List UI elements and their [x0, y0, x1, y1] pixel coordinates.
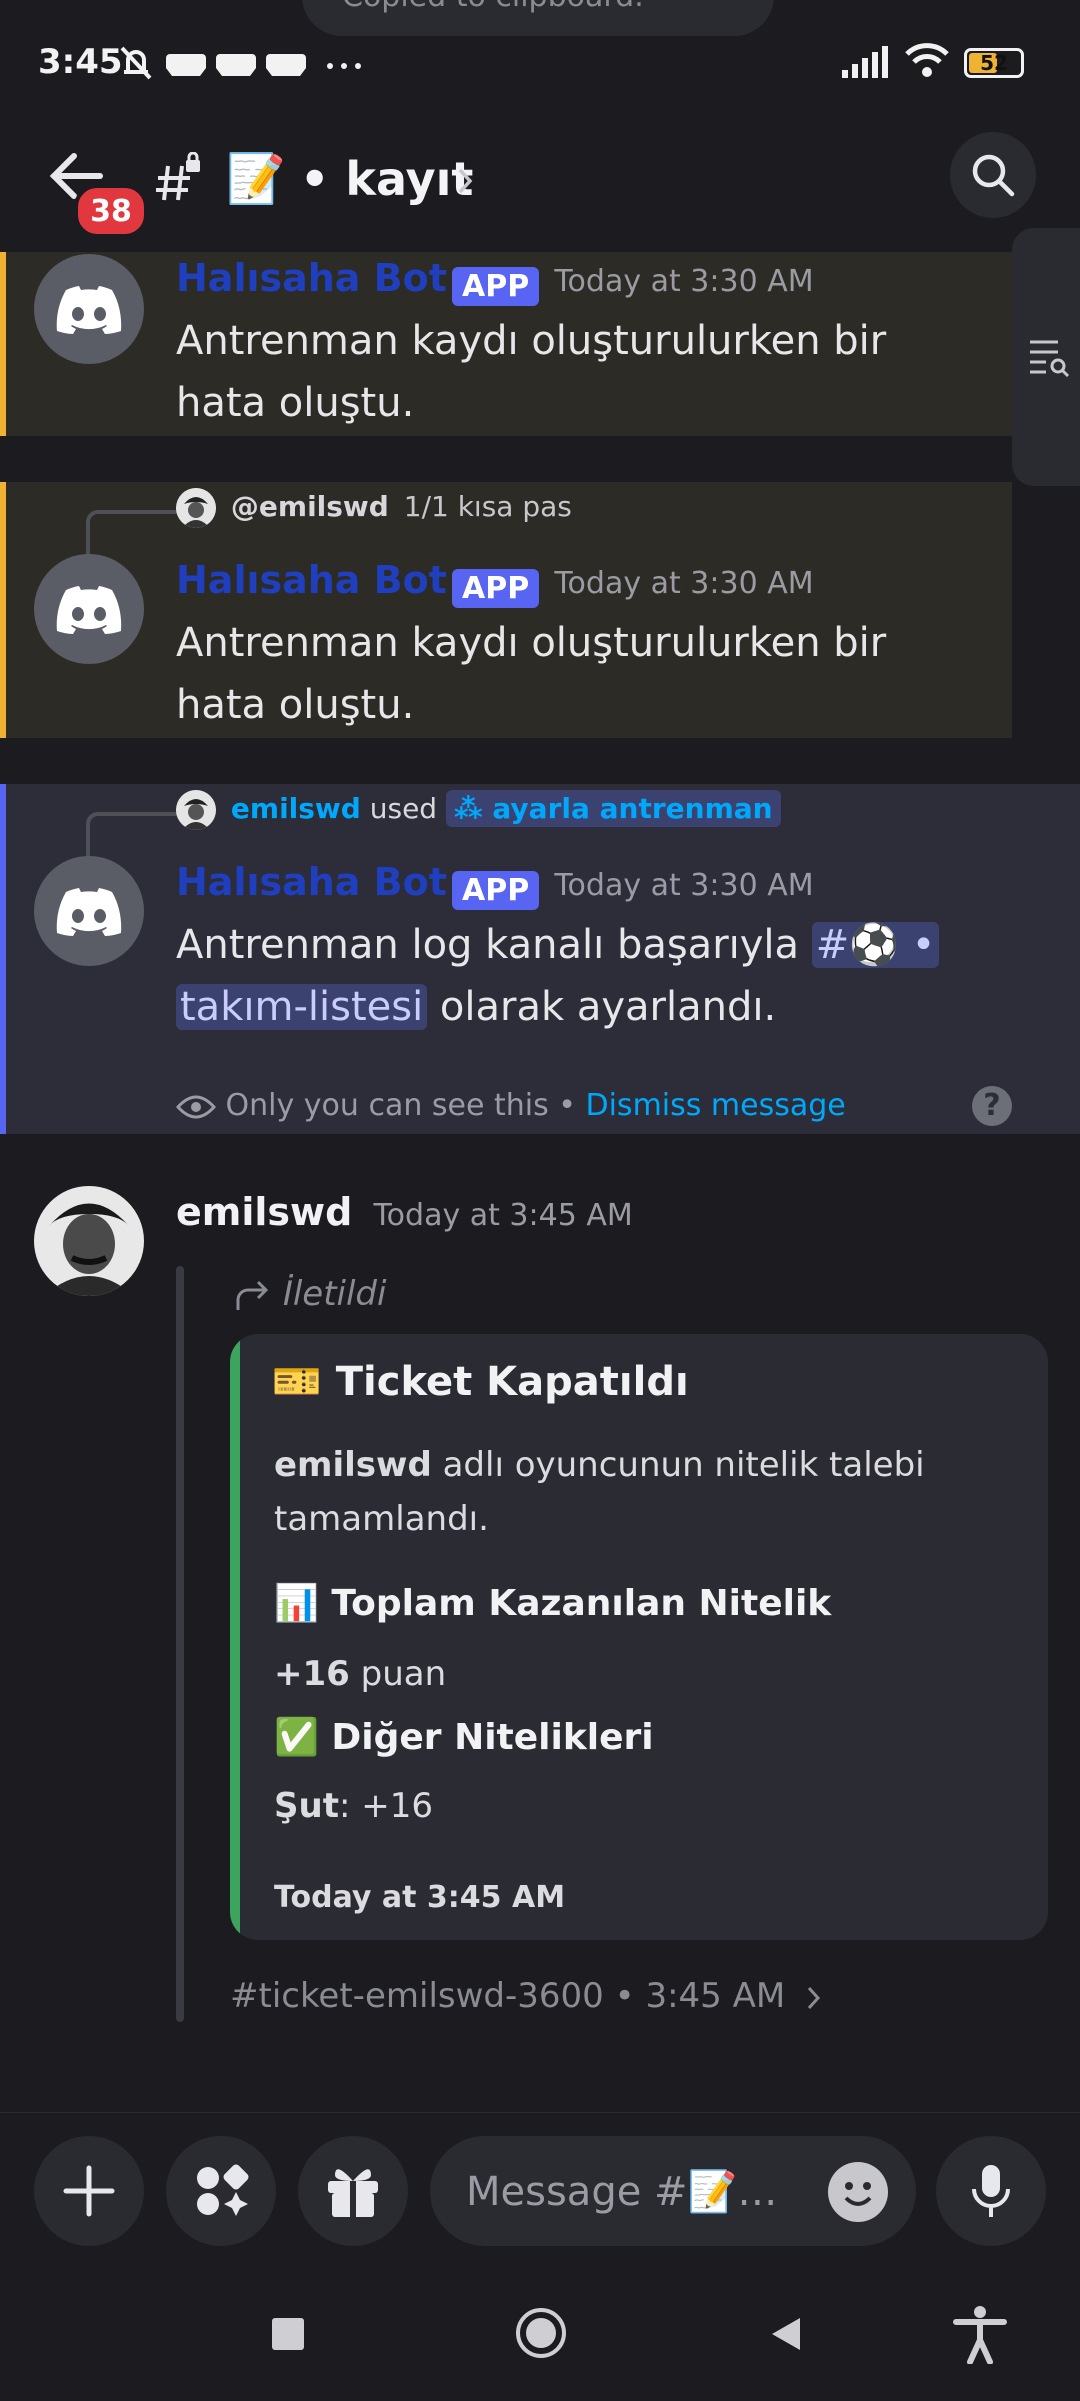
user-mini-avatar [176, 790, 216, 830]
command-user[interactable]: emilswd [231, 792, 361, 825]
check-mark-icon: ✅ [274, 1717, 319, 1758]
clipboard-toast: Copied to clipboard. [302, 0, 774, 36]
user-avatar[interactable] [34, 1186, 144, 1296]
microphone-icon [972, 2165, 1010, 2217]
chevron-right-icon[interactable] [456, 166, 474, 200]
accessibility-icon[interactable] [952, 2304, 1008, 2364]
message-author[interactable]: Halısaha Bot [176, 256, 447, 300]
unread-badge: 38 [74, 184, 148, 238]
highlight-bar [0, 482, 6, 738]
reply-avatar [176, 488, 216, 528]
message-text: Antrenman log kanalı başarıyla #⚽ • takı… [176, 914, 976, 1038]
message-time: Today at 3:30 AM [554, 868, 814, 903]
recents-icon[interactable] [268, 2314, 308, 2354]
message-time: Today at 3:30 AM [554, 566, 814, 601]
emoji-icon[interactable] [828, 2162, 888, 2222]
message-time: Today at 3:30 AM [554, 264, 814, 299]
embed-title: 🎫 Ticket Kapatıldı [272, 1359, 689, 1405]
highlight-bar [0, 252, 6, 436]
app-tag: APP [452, 569, 540, 608]
bot-avatar[interactable] [34, 856, 144, 966]
apps-icon [197, 2164, 249, 2216]
wifi-icon [904, 42, 950, 84]
message-error-2[interactable]: @emilswd 1/1 kısa pas Halısaha Bot APP T… [0, 482, 1012, 738]
forward-quote-bar [176, 1266, 184, 2022]
command-usage-line: emilswd used ⁂ ayarla antrenman [176, 790, 781, 830]
battery-icon: 52 [964, 48, 1024, 78]
used-word: used [369, 792, 438, 825]
channel-name[interactable]: • kayıt [300, 152, 473, 206]
embed-footer: Today at 3:45 AM [274, 1880, 566, 1915]
reply-preview[interactable]: @emilswd 1/1 kısa pas [176, 488, 572, 528]
add-button[interactable] [34, 2136, 144, 2246]
forward-arrow-icon [236, 1280, 269, 1310]
home-icon[interactable] [514, 2306, 568, 2360]
status-notification-icons [118, 44, 368, 88]
message-error-1[interactable]: Halısaha Bot APP Today at 3:30 AM Antren… [0, 252, 1012, 436]
eye-icon [175, 1088, 226, 1123]
signal-icon [840, 44, 890, 84]
help-icon[interactable]: ? [972, 1086, 1012, 1126]
discord-logo-icon [56, 586, 122, 634]
channel-mention[interactable]: takım-listesi [176, 984, 428, 1030]
member-list-panel[interactable] [1012, 228, 1080, 486]
dismiss-link[interactable]: Dismiss message [586, 1088, 846, 1123]
search-button[interactable] [950, 132, 1036, 218]
command-pill[interactable]: ⁂ ayarla antrenman [446, 790, 781, 827]
forward-time: Today at 3:45 AM [373, 1198, 633, 1233]
highlight-bar [0, 784, 6, 1134]
app-tag: APP [452, 267, 540, 306]
forward-source-link[interactable]: #ticket-emilswd-3600 • 3:45 AM [230, 1976, 822, 2016]
message-author[interactable]: Halısaha Bot [176, 558, 447, 602]
battery-level: 52 [980, 51, 1008, 75]
list-search-icon [1030, 340, 1070, 378]
forwarded-label: İletildi [234, 1274, 386, 1314]
app-tag: APP [452, 871, 540, 910]
embed-field1-value: +16 puan [274, 1654, 447, 1694]
chevron-right-icon [807, 1986, 821, 2009]
forward-embed[interactable]: 🎫 Ticket Kapatıldı emilswd adlı oyuncunu… [230, 1334, 1048, 1940]
bot-avatar[interactable] [34, 254, 144, 364]
embed-color-bar [230, 1334, 240, 1940]
embed-field1-title: 📊 Toplam Kazanılan Nitelik [274, 1583, 832, 1624]
embed-field2-value: Şut: +16 [274, 1786, 433, 1826]
gift-icon [328, 2169, 378, 2217]
message-ephemeral[interactable]: emilswd used ⁂ ayarla antrenman Halısaha… [0, 784, 1080, 1134]
plus-icon [63, 2165, 115, 2217]
message-text: Antrenman kaydı oluşturulurken bir hata … [176, 318, 887, 426]
discord-logo-icon [56, 286, 122, 334]
reply-text: 1/1 kısa pas [403, 490, 572, 523]
bar-chart-icon: 📊 [274, 1583, 319, 1624]
channel-emoji: 📝 [226, 151, 286, 207]
status-time: 3:45 [38, 42, 123, 82]
embed-field2-title: ✅ Diğer Nitelikleri [274, 1717, 654, 1758]
ticket-icon: 🎫 [272, 1359, 322, 1405]
reply-user[interactable]: @emilswd [231, 490, 389, 523]
gift-button[interactable] [298, 2136, 408, 2246]
bot-avatar[interactable] [34, 554, 144, 664]
message-author[interactable]: Halısaha Bot [176, 860, 447, 904]
back-icon[interactable] [766, 2314, 806, 2354]
ephemeral-note: Only you can see this • Dismiss message [175, 1088, 846, 1123]
apps-button[interactable] [166, 2136, 276, 2246]
embed-description: emilswd adlı oyuncunun nitelik talebi ta… [274, 1445, 925, 1539]
channel-mention[interactable]: #⚽ • [811, 922, 940, 968]
forward-author[interactable]: emilswd [176, 1190, 352, 1234]
message-text: Antrenman kaydı oluşturulurken bir hata … [176, 620, 887, 728]
slash-command-icon: ⁂ [454, 792, 493, 825]
search-icon [972, 154, 1015, 197]
discord-logo-icon [56, 888, 122, 936]
voice-button[interactable] [936, 2136, 1046, 2246]
channel-lock-hash-icon [156, 151, 202, 206]
